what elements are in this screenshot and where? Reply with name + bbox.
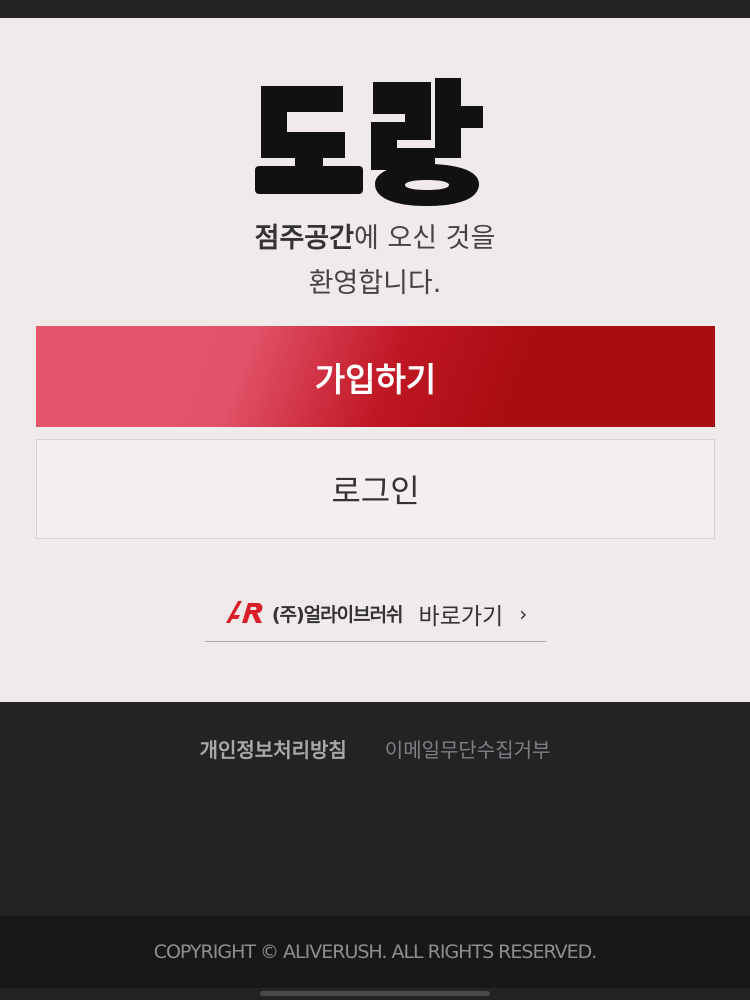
aliverush-goto-label: 바로가기 — [418, 603, 504, 630]
email-collection-refusal-link[interactable]: 이메일무단수집거부 — [385, 734, 551, 763]
main-panel: 도랑 점주공간에 오신 것을 환영합니다. 가입하기 로그인 (주)얼라이브러쉬… — [0, 18, 750, 702]
chevron-right-icon: › — [519, 601, 528, 626]
login-button[interactable]: 로그인 — [36, 439, 715, 539]
welcome-line-1: 점주공간에 오신 것을 — [0, 216, 750, 261]
welcome-message: 점주공간에 오신 것을 환영합니다. — [0, 216, 750, 306]
copyright-text: COPYRIGHT © ALIVERUSH. ALL RIGHTS RESERV… — [153, 941, 598, 963]
dorang-logo: 도랑 — [255, 68, 495, 208]
home-indicator-area — [0, 988, 750, 1000]
privacy-policy-link[interactable]: 개인정보처리방침 — [200, 734, 347, 763]
brand-name: 점주공간 — [254, 223, 354, 254]
welcome-line-1-rest: 에 오신 것을 — [354, 223, 496, 254]
signup-button[interactable]: 가입하기 — [36, 326, 715, 427]
footer: 개인정보처리방침 이메일무단수집거부 — [0, 702, 750, 916]
footer-links: 개인정보처리방침 이메일무단수집거부 — [0, 734, 750, 763]
home-indicator[interactable] — [260, 991, 490, 996]
aliverush-company-name: (주)얼라이브러쉬 — [271, 604, 404, 626]
status-bar — [0, 0, 750, 18]
aliverush-logo-icon — [224, 597, 266, 631]
copyright-bar: COPYRIGHT © ALIVERUSH. ALL RIGHTS RESERV… — [0, 916, 750, 988]
aliverush-link[interactable]: (주)얼라이브러쉬 바로가기 › — [205, 586, 546, 642]
welcome-line-2: 환영합니다. — [308, 268, 442, 299]
